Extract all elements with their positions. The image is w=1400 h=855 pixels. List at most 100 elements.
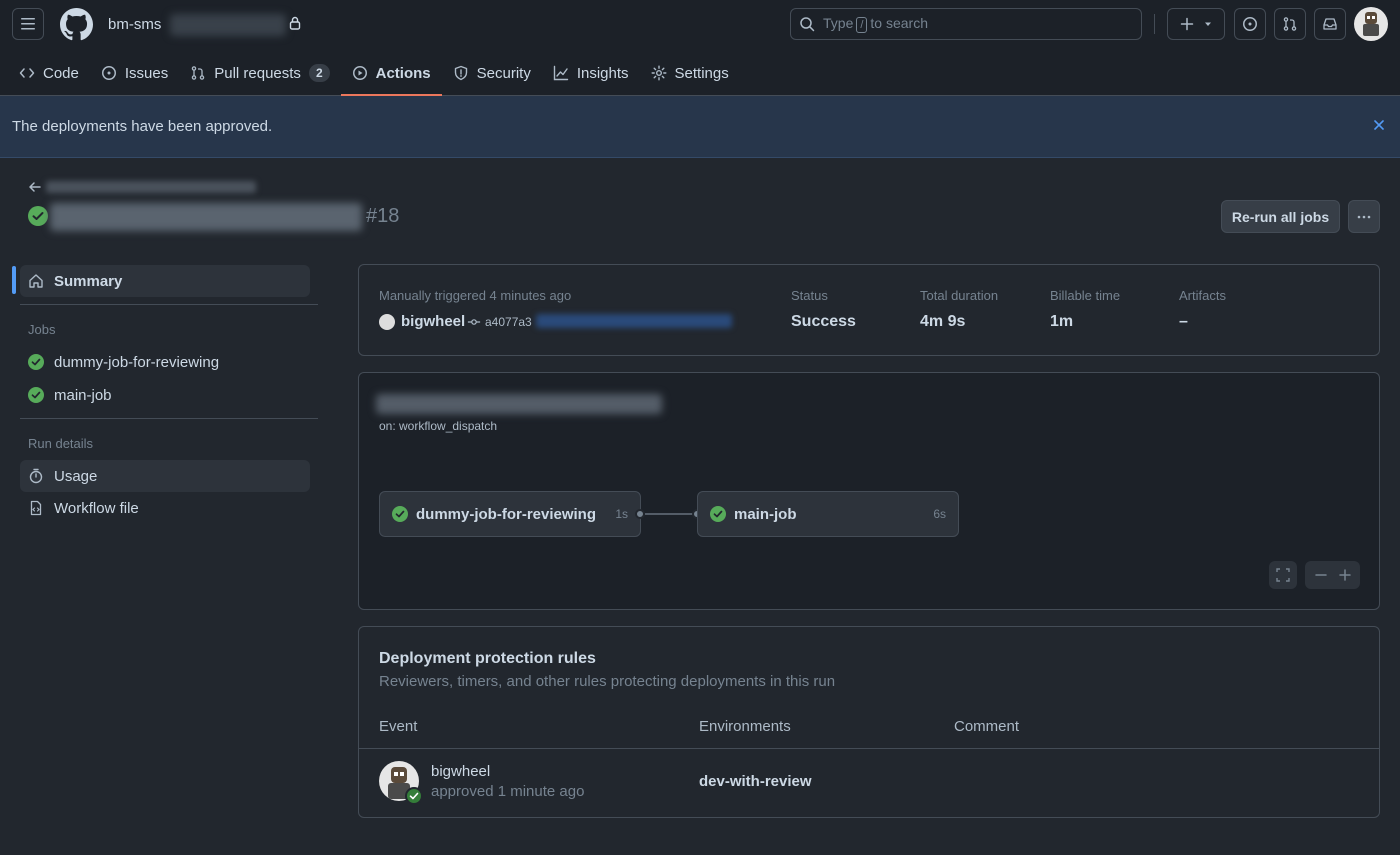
sidebar-job-label: dummy-job-for-reviewing xyxy=(54,353,220,371)
issue-opened-icon xyxy=(101,66,116,80)
zoom-in-icon[interactable] xyxy=(1338,569,1351,581)
create-new-button[interactable] xyxy=(1167,8,1225,40)
sidebar-job-item[interactable]: dummy-job-for-reviewing xyxy=(20,346,310,378)
workflow-name-redacted xyxy=(376,394,662,414)
tab-issues[interactable]: Issues xyxy=(90,56,179,90)
column-header-event: Event xyxy=(379,718,418,735)
repo-owner-link[interactable]: bm-sms xyxy=(108,16,161,33)
graph-job-name: main-job xyxy=(734,505,797,523)
artifacts-value: – xyxy=(1179,313,1188,330)
search-input[interactable]: Type / to search xyxy=(790,8,1142,40)
fullscreen-button[interactable] xyxy=(1269,561,1297,589)
column-header-comment: Comment xyxy=(954,718,1020,735)
trigger-text: Manually triggered 4 minutes ago xyxy=(379,288,572,303)
tab-actions[interactable]: Actions xyxy=(340,56,442,96)
stopwatch-icon xyxy=(29,468,43,484)
top-header: bm-sms Type / to search Code Issues Pull r… xyxy=(0,0,1400,96)
git-pull-request-icon xyxy=(1283,17,1297,31)
tab-code-label: Code xyxy=(43,64,79,82)
zoom-out-icon[interactable] xyxy=(1314,569,1327,581)
screen-full-icon xyxy=(1276,568,1290,582)
graph-connector xyxy=(645,513,693,515)
tab-pull-requests[interactable]: Pull requests 2 xyxy=(179,56,340,90)
github-logo-icon[interactable] xyxy=(60,8,93,41)
check-circle-fill-icon xyxy=(28,354,44,370)
user-avatar[interactable] xyxy=(1354,7,1388,41)
sidebar-job-label: main-job xyxy=(54,386,112,404)
graph-icon xyxy=(553,65,569,81)
issues-button[interactable] xyxy=(1234,8,1266,40)
column-header-environments: Environments xyxy=(699,718,791,735)
git-pull-request-icon xyxy=(191,66,205,80)
inbox-button[interactable] xyxy=(1314,8,1346,40)
search-placeholder: Type / to search xyxy=(823,15,929,33)
workflow-breadcrumb-redacted[interactable] xyxy=(46,181,256,193)
run-number: #18 xyxy=(366,205,400,227)
trigger-actor[interactable]: bigwheel xyxy=(379,313,465,330)
search-icon xyxy=(800,17,815,32)
tab-insights-label: Insights xyxy=(576,64,629,82)
tab-code[interactable]: Code xyxy=(8,56,90,90)
sidebar-summary-label: Summary xyxy=(54,272,123,290)
inbox-icon xyxy=(1323,18,1337,30)
tab-settings-label: Settings xyxy=(674,64,729,82)
sidebar-usage-label: Usage xyxy=(54,467,98,485)
graph-node xyxy=(635,509,645,519)
repo-name-redacted[interactable] xyxy=(170,14,286,36)
run-details-heading: Run details xyxy=(28,436,94,451)
sidebar-item-summary[interactable]: Summary xyxy=(20,265,310,297)
tab-settings[interactable]: Settings xyxy=(640,56,740,90)
triangle-down-icon xyxy=(1205,22,1211,26)
zoom-controls xyxy=(1305,561,1360,589)
tab-security-label: Security xyxy=(476,64,531,82)
graph-job-main[interactable]: main-job 6s xyxy=(697,491,959,537)
menu-button[interactable] xyxy=(12,8,44,40)
check-icon xyxy=(409,792,419,800)
review-action: approved 1 minute ago xyxy=(431,783,585,800)
tab-issues-label: Issues xyxy=(124,64,169,82)
arrow-left-icon[interactable] xyxy=(28,180,42,194)
check-circle-fill-icon xyxy=(28,206,48,226)
artifacts-label: Artifacts xyxy=(1179,288,1226,303)
check-circle-fill-icon xyxy=(710,506,726,522)
pull-requests-button[interactable] xyxy=(1274,8,1306,40)
status-label: Status xyxy=(791,288,828,303)
sidebar-job-item[interactable]: main-job xyxy=(20,379,310,411)
tab-insights[interactable]: Insights xyxy=(542,56,640,90)
issue-opened-icon xyxy=(1243,17,1257,31)
tab-actions-label: Actions xyxy=(375,64,431,82)
sidebar-divider xyxy=(20,418,318,419)
run-summary-card xyxy=(358,264,1380,356)
graph-job-dummy[interactable]: dummy-job-for-reviewing 1s xyxy=(379,491,641,537)
sidebar-item-usage[interactable]: Usage xyxy=(20,460,310,492)
home-icon xyxy=(29,274,43,288)
graph-job-duration: 6s xyxy=(933,507,946,521)
kebab-horizontal-icon xyxy=(1357,215,1371,218)
graph-job-name: dummy-job-for-reviewing xyxy=(416,505,597,523)
flash-banner: The deployments have been approved. xyxy=(0,96,1400,158)
sidebar-divider xyxy=(20,304,318,305)
branch-link-redacted[interactable] xyxy=(536,314,732,328)
commit-link[interactable]: a4077a3 xyxy=(467,315,532,329)
graph-job-duration: 1s xyxy=(615,507,628,521)
sidebar-workflow-file-label: Workflow file xyxy=(54,499,139,517)
tab-security[interactable]: Security xyxy=(442,56,542,90)
header-divider xyxy=(1154,14,1155,34)
reviewer-name[interactable]: bigwheel xyxy=(431,763,490,780)
more-options-button[interactable] xyxy=(1348,200,1380,233)
actor-avatar xyxy=(379,313,395,330)
hamburger-icon xyxy=(21,18,35,30)
rerun-all-jobs-button[interactable]: Re-run all jobs xyxy=(1221,200,1340,233)
environment-name[interactable]: dev-with-review xyxy=(699,773,812,790)
billable-label: Billable time xyxy=(1050,288,1121,303)
approved-badge xyxy=(405,787,423,805)
code-icon xyxy=(19,68,35,78)
duration-label: Total duration xyxy=(920,288,999,303)
commit-sha: a4077a3 xyxy=(485,315,532,329)
duration-value: 4m 9s xyxy=(920,313,966,330)
play-icon xyxy=(352,66,367,80)
deployment-rules-subtitle: Reviewers, timers, and other rules prote… xyxy=(379,673,836,690)
lock-icon xyxy=(289,16,301,30)
sidebar-item-workflow-file[interactable]: Workflow file xyxy=(20,492,310,524)
close-icon[interactable] xyxy=(1372,118,1386,132)
